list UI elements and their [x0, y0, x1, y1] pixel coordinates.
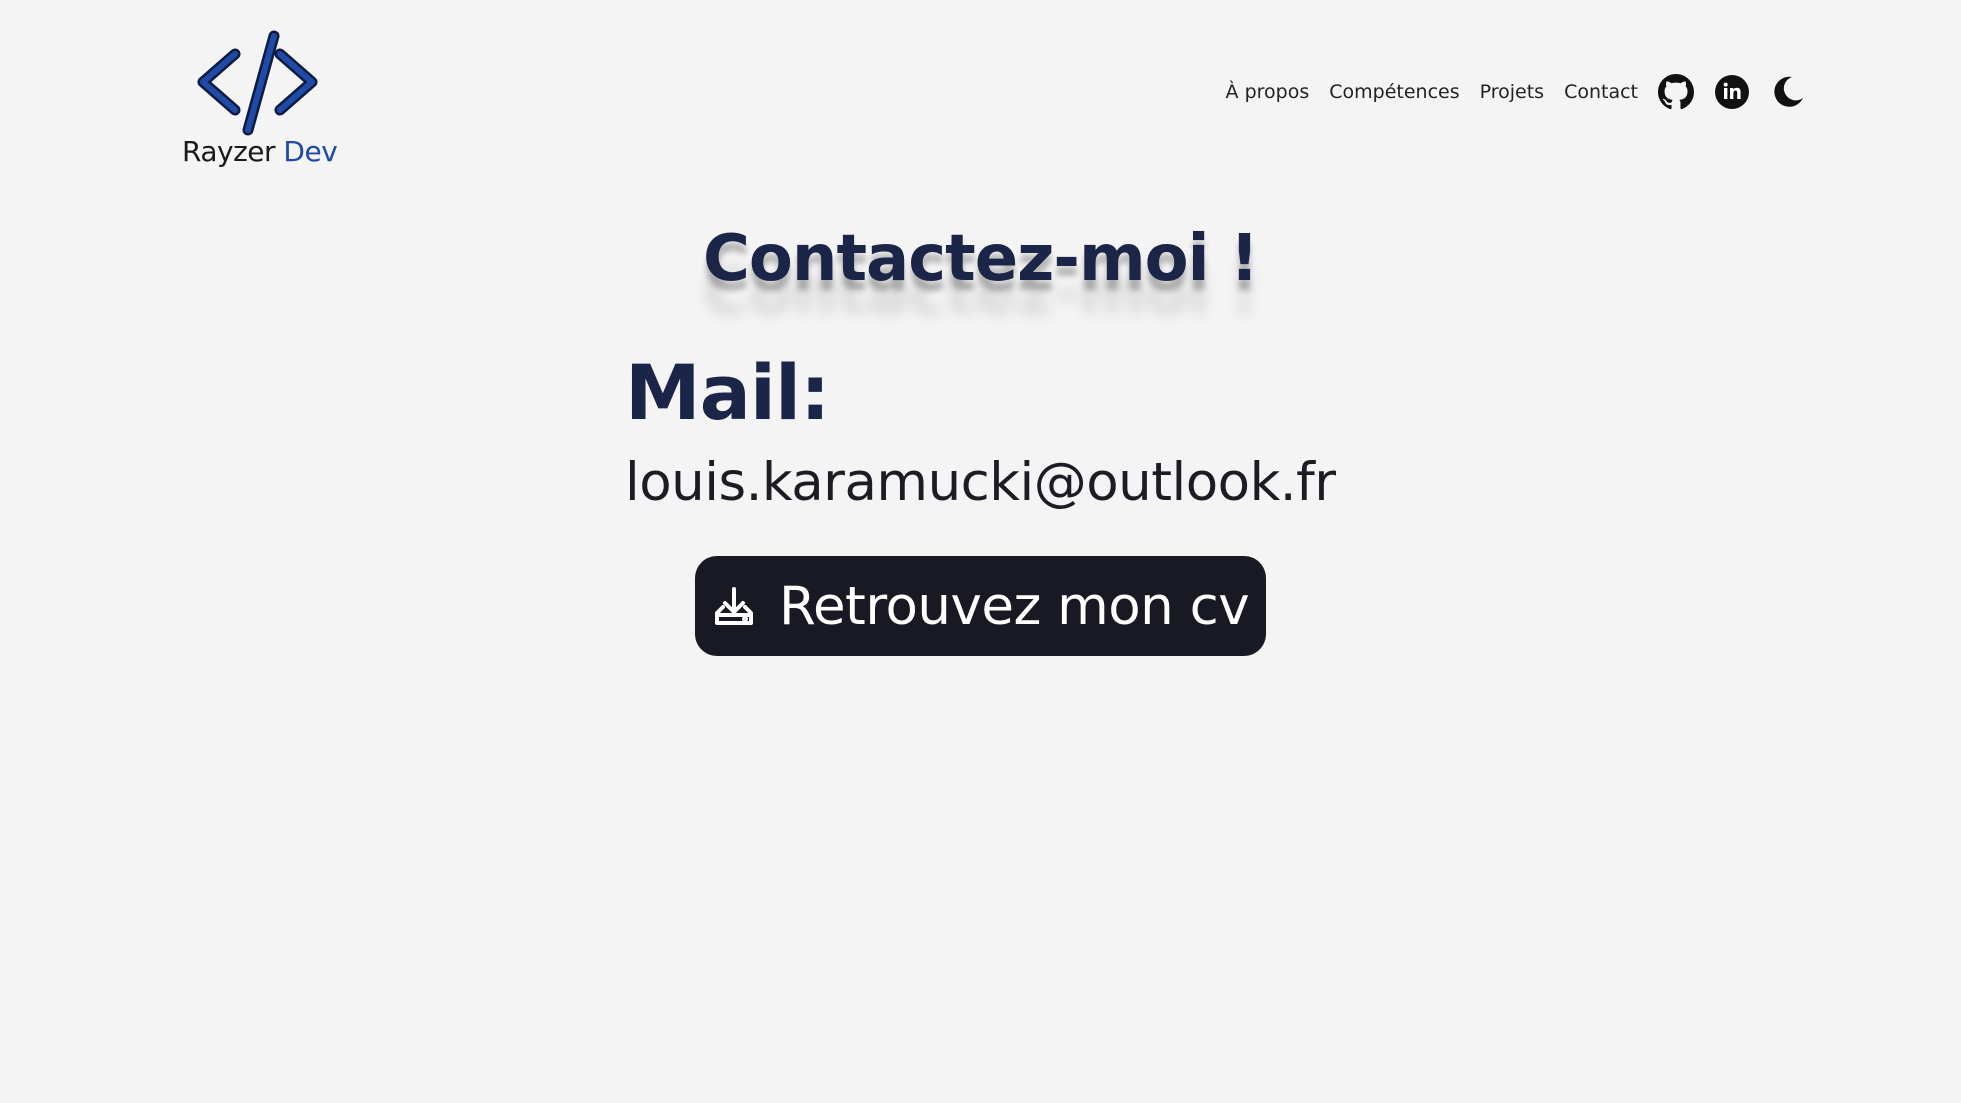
main-nav: À propos Compétences Projets Contact [1226, 74, 1806, 110]
github-icon[interactable] [1658, 74, 1694, 110]
download-cv-label: Retrouvez mon cv [779, 575, 1250, 637]
contact-heading: Contactez-moi ! [702, 222, 1259, 296]
nav-link-projects[interactable]: Projets [1480, 81, 1544, 103]
code-brackets-icon [197, 30, 318, 136]
contact-page: Rayzer Dev À propos Compétences Projets … [0, 0, 1961, 1103]
logo-name-part1: Rayzer [182, 135, 276, 168]
mail-address[interactable]: louis.karamucki@outlook.fr [625, 452, 1336, 513]
nav-link-skills[interactable]: Compétences [1329, 81, 1459, 103]
nav-link-contact[interactable]: Contact [1564, 81, 1638, 103]
mail-label: Mail: [625, 348, 830, 437]
linkedin-icon[interactable] [1714, 74, 1750, 110]
moon-icon[interactable] [1770, 74, 1806, 110]
logo-name-part2: Dev [283, 135, 338, 168]
logo-text: Rayzer Dev [182, 135, 338, 168]
site-logo[interactable]: Rayzer Dev [180, 30, 338, 175]
download-cv-button[interactable]: Retrouvez mon cv [695, 556, 1266, 656]
nav-link-about[interactable]: À propos [1226, 81, 1310, 103]
download-icon [707, 579, 761, 633]
